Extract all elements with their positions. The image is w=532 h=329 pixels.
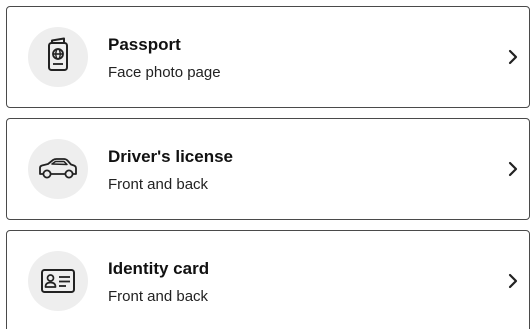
document-option-identity-card[interactable]: Identity card Front and back — [6, 230, 530, 329]
document-option-drivers-license[interactable]: Driver's license Front and back — [6, 118, 530, 220]
passport-icon-circle — [28, 27, 88, 87]
document-option-passport[interactable]: Passport Face photo page — [6, 6, 530, 108]
document-option-subtitle: Front and back — [108, 176, 209, 193]
chevron-right-icon — [508, 161, 518, 177]
passport-icon — [48, 37, 68, 71]
document-option-title: Identity card — [108, 259, 210, 278]
document-option-title: Driver's license — [108, 147, 234, 166]
document-type-list: Passport Face photo page Driver's licens… — [0, 0, 532, 329]
chevron-right-icon — [508, 273, 518, 289]
document-option-subtitle: Front and back — [108, 288, 209, 305]
chevron-right-icon — [508, 49, 518, 65]
document-option-title: Passport — [108, 35, 181, 54]
id-card-icon — [41, 269, 75, 293]
document-option-subtitle: Face photo page — [108, 64, 221, 81]
car-icon-circle — [28, 139, 88, 199]
id-card-icon-circle — [28, 251, 88, 311]
car-icon — [39, 158, 77, 179]
